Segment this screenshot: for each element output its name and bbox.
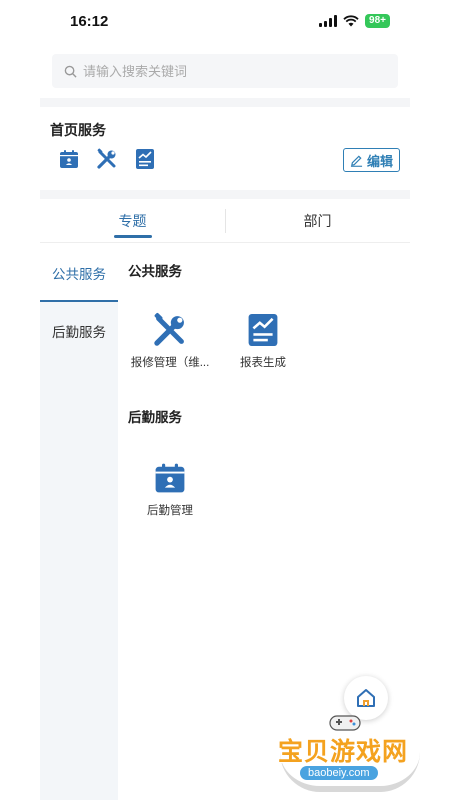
- tab-divider: [225, 209, 226, 233]
- report-icon[interactable]: [134, 148, 156, 170]
- search-bar[interactable]: [52, 54, 398, 88]
- service-item-report[interactable]: 报表生成: [218, 312, 308, 370]
- wifi-icon: [343, 15, 359, 27]
- search-input[interactable]: [83, 63, 383, 79]
- gamepad-icon: [329, 715, 361, 731]
- service-item-logistics[interactable]: 后勤管理: [125, 460, 215, 518]
- tab-topic[interactable]: 专题: [40, 199, 225, 242]
- signal-icon: [319, 15, 338, 27]
- side-nav: 公共服务 后勤服务: [40, 244, 118, 800]
- calendar-icon[interactable]: [58, 148, 80, 170]
- group-title: 公共服务: [128, 264, 182, 279]
- service-item-repair[interactable]: 报修管理（维...: [125, 312, 215, 370]
- tools-icon[interactable]: [96, 148, 118, 170]
- report-icon: [245, 312, 281, 348]
- tools-icon: [152, 312, 188, 348]
- calendar-icon: [152, 460, 188, 496]
- status-icons: 98+: [319, 14, 390, 28]
- watermark-text: 宝贝游戏网: [278, 738, 409, 766]
- service-item-label: 后勤管理: [147, 505, 193, 517]
- home-services-section: 首页服务 编辑: [40, 106, 410, 188]
- sidebar-item-logistics-services[interactable]: 后勤服务: [40, 302, 118, 360]
- home-services-title: 首页服务: [50, 122, 106, 138]
- search-icon: [64, 65, 77, 78]
- edit-button-label: 编辑: [366, 153, 393, 169]
- tab-department[interactable]: 部门: [225, 199, 410, 242]
- divider: [40, 190, 410, 199]
- group-title: 后勤服务: [128, 410, 182, 425]
- service-item-label: 报修管理（维...: [130, 357, 210, 369]
- status-time: 16:12: [70, 13, 109, 30]
- sidebar-item-public-services[interactable]: 公共服务: [40, 244, 118, 302]
- edit-button[interactable]: 编辑: [342, 148, 400, 172]
- battery-indicator: 98+: [365, 14, 390, 28]
- quick-icons: [58, 148, 156, 170]
- status-bar: 16:12 98+: [0, 0, 450, 44]
- watermark-url: baobeiy.com: [300, 766, 378, 780]
- tab-bar: 专题 部门: [40, 199, 410, 243]
- service-item-label: 报表生成: [240, 357, 286, 369]
- pencil-icon: [350, 154, 363, 167]
- watermark: 宝贝游戏网 baobeiy.com: [270, 712, 430, 794]
- home-icon: [357, 689, 375, 707]
